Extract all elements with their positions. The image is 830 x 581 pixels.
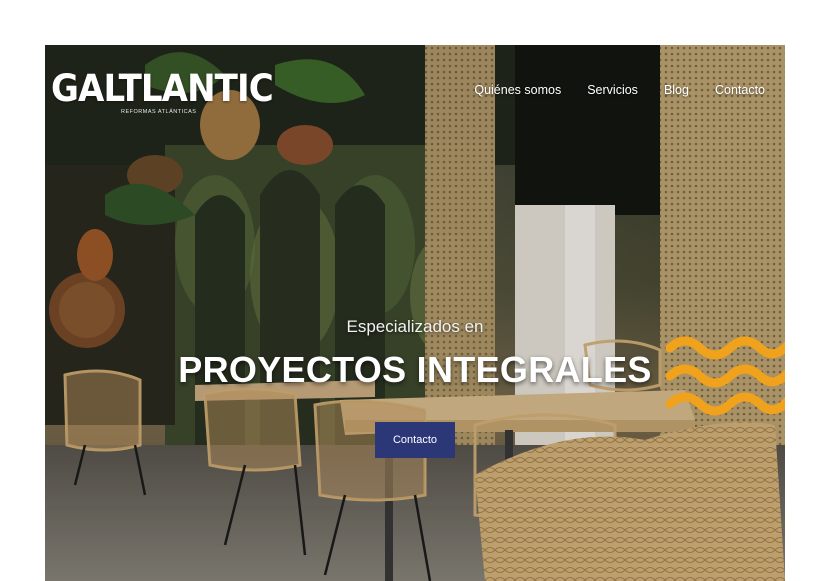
hero-background-image xyxy=(45,45,785,581)
hero-subtitle: Especializados en xyxy=(346,317,484,336)
hero-section: GALTLANTIC REFORMAS ATLÁNTICAS Quiénes s… xyxy=(45,45,785,581)
nav-item-quienes-somos[interactable]: Quiénes somos xyxy=(474,83,561,97)
brand-logo[interactable]: GALTLANTIC REFORMAS ATLÁNTICAS xyxy=(51,65,274,123)
nav-item-blog[interactable]: Blog xyxy=(664,83,689,97)
logo-wordmark: GALTLANTIC xyxy=(51,67,274,110)
hero-headline: PROYECTOS INTEGRALES xyxy=(178,349,652,390)
contact-button[interactable]: Contacto xyxy=(375,422,455,458)
main-navigation: Quiénes somos Servicios Blog Contacto xyxy=(448,83,765,97)
nav-item-contacto[interactable]: Contacto xyxy=(715,83,765,97)
logo-tagline: REFORMAS ATLÁNTICAS xyxy=(121,109,197,115)
nav-item-servicios[interactable]: Servicios xyxy=(587,83,638,97)
